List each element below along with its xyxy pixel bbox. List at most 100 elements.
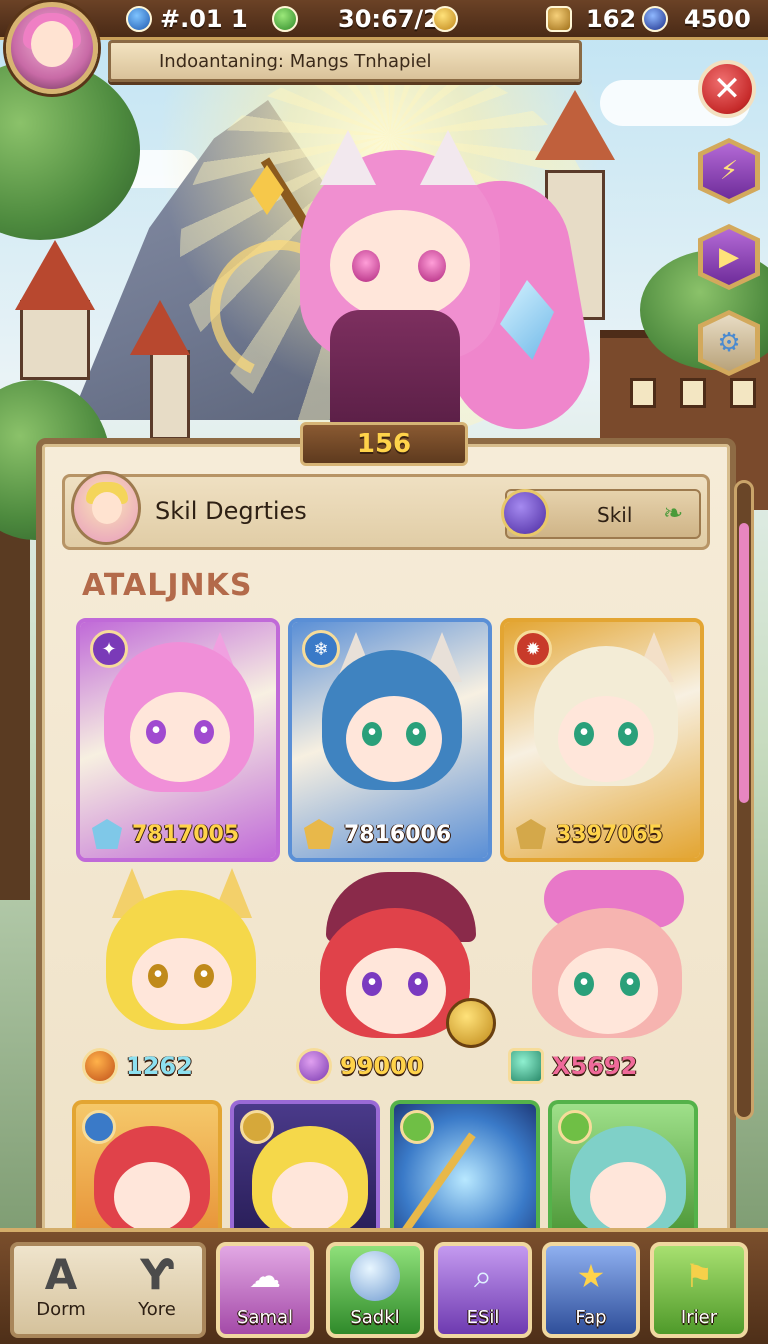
hero-card-partial[interactable] — [230, 1100, 380, 1230]
stat-gold — [432, 4, 466, 34]
element-icon — [558, 1110, 592, 1144]
sapphire-icon — [642, 6, 668, 32]
power-bar: 1262 — [82, 1048, 193, 1084]
small-tower-roof — [130, 300, 190, 355]
left-house — [20, 300, 90, 380]
hero-entry[interactable]: 1262 — [82, 868, 292, 1088]
power-bar: 7816006 — [292, 810, 488, 858]
hero-card[interactable]: ✹ 3397065 — [500, 618, 704, 862]
stat-timer-value: 30:67/2 — [338, 5, 440, 33]
shield-icon — [446, 998, 496, 1048]
stat-level-value: #.01 1 — [160, 5, 248, 33]
hero-power: 99000 — [340, 1052, 424, 1080]
hero-power: 7816006 — [344, 821, 452, 847]
stage-title: Indoantaning: Mangs Tnhapiel — [159, 50, 432, 72]
lightning-icon: ⚡ — [719, 156, 739, 186]
nav-sadkl-label: Sadkl — [350, 1307, 400, 1328]
element-icon — [82, 1110, 116, 1144]
panel-header-title: Skil Degrties — [155, 497, 307, 525]
weapon-card-partial[interactable] — [390, 1100, 540, 1230]
hero-entry[interactable]: 99000 — [296, 868, 506, 1088]
nav-samal-button[interactable]: ☁ Samal — [216, 1242, 314, 1338]
nav-dorm-label: Dorm — [36, 1299, 86, 1320]
skill-orb-icon — [501, 489, 549, 537]
spear-icon — [400, 1132, 476, 1230]
stat-timer: 30:67/2 — [272, 4, 440, 34]
orb-icon — [350, 1251, 400, 1301]
scrollbar-thumb[interactable] — [739, 523, 749, 803]
hero-power: X5692 — [552, 1052, 638, 1080]
stat-level: #.01 1 — [126, 4, 248, 34]
hero-power: 7817005 — [132, 821, 240, 847]
featured-hero-art — [190, 120, 610, 441]
player-avatar[interactable] — [6, 2, 98, 94]
play-icon: ▶ — [719, 242, 739, 272]
stage-title-plate: Indoantaning: Mangs Tnhapiel — [108, 40, 582, 82]
rune-y-icon: Ƴ — [140, 1250, 174, 1299]
power-bar: 7817005 — [80, 810, 276, 858]
tree-trunk — [0, 480, 30, 900]
gold-crest-icon — [304, 819, 334, 849]
search-icon: ⌕ — [474, 1256, 492, 1295]
gear-icon: ⚙ — [717, 328, 741, 358]
left-house-roof — [15, 240, 95, 310]
element-icon: ✹ — [514, 630, 552, 668]
nav-yore-label: Yore — [138, 1299, 176, 1320]
panel-count: 156 — [356, 429, 412, 459]
power-bar: 99000 — [296, 1048, 424, 1084]
rune-a-icon: A — [44, 1250, 78, 1299]
hero-card[interactable]: ❄ 7816006 — [288, 618, 492, 862]
element-icon: ❄ — [302, 630, 340, 668]
element-icon: ✦ — [90, 630, 128, 668]
stat-resource: 162 — [546, 4, 636, 34]
leaf-icon: ❧ — [663, 499, 684, 527]
crystal-shield-icon — [508, 1048, 544, 1084]
small-tower — [150, 350, 190, 440]
purple-orb-icon — [296, 1048, 332, 1084]
panel-header: Skil Degrties Skil ❧ — [62, 471, 710, 550]
skill-button[interactable]: Skil ❧ — [501, 489, 701, 539]
close-button[interactable]: ✕ — [698, 60, 756, 118]
close-icon: ✕ — [712, 69, 742, 109]
fire-orb-icon — [82, 1048, 118, 1084]
gold-coin-icon — [432, 6, 458, 32]
cloud-creature-icon: ☁ — [249, 1257, 281, 1295]
blue-gem-icon — [126, 6, 152, 32]
power-bar: 3397065 — [504, 810, 700, 858]
nav-dorm-button[interactable]: A Dorm — [14, 1246, 108, 1334]
crystal-crest-icon — [92, 819, 122, 849]
nav-irier-button[interactable]: ⚑ Irier — [650, 1242, 748, 1338]
gold-crest-icon — [516, 819, 546, 849]
stat-resource-value: 162 — [586, 5, 637, 33]
crystal-icon — [546, 6, 572, 32]
power-bar: X5692 — [508, 1048, 637, 1084]
section-title: ATALJNKS — [82, 568, 253, 603]
stat-gems-value: 4500 — [684, 5, 751, 33]
hero-entry[interactable]: X5692 — [508, 868, 718, 1088]
hero-card-partial[interactable] — [72, 1100, 222, 1230]
roster-scrollbar[interactable] — [734, 480, 754, 1120]
bottom-navigation: A Dorm Ƴ Yore ☁ Samal Sadkl ⌕ ESil ★ Fap… — [0, 1228, 768, 1344]
hero-card-partial[interactable] — [548, 1100, 698, 1230]
banner-icon: ⚑ — [684, 1257, 714, 1295]
element-icon — [400, 1110, 434, 1144]
nav-esil-label: ESil — [466, 1307, 500, 1328]
hero-card[interactable]: ✦ 7817005 — [76, 618, 280, 862]
nav-fap-button[interactable]: ★ Fap — [542, 1242, 640, 1338]
panel-count-badge: 156 — [300, 422, 468, 466]
hero-power: 1262 — [126, 1052, 193, 1080]
nav-sadkl-button[interactable]: Sadkl — [326, 1242, 424, 1338]
top-status-bar: #.01 1 30:67/2 162 4500 — [0, 0, 768, 40]
element-icon — [240, 1110, 274, 1144]
nav-esil-button[interactable]: ⌕ ESil — [434, 1242, 532, 1338]
nav-samal-label: Samal — [236, 1307, 294, 1328]
leader-avatar[interactable] — [71, 471, 141, 545]
nav-dorm-yore-group: A Dorm Ƴ Yore — [10, 1242, 206, 1338]
stat-gems: 4500 — [642, 4, 751, 34]
nav-yore-button[interactable]: Ƴ Yore — [110, 1246, 204, 1334]
skill-label: Skil — [597, 503, 633, 527]
nav-fap-label: Fap — [575, 1307, 607, 1328]
star-icon: ★ — [576, 1257, 606, 1295]
leaf-coin-icon — [272, 6, 298, 32]
hero-power: 3397065 — [556, 821, 664, 847]
